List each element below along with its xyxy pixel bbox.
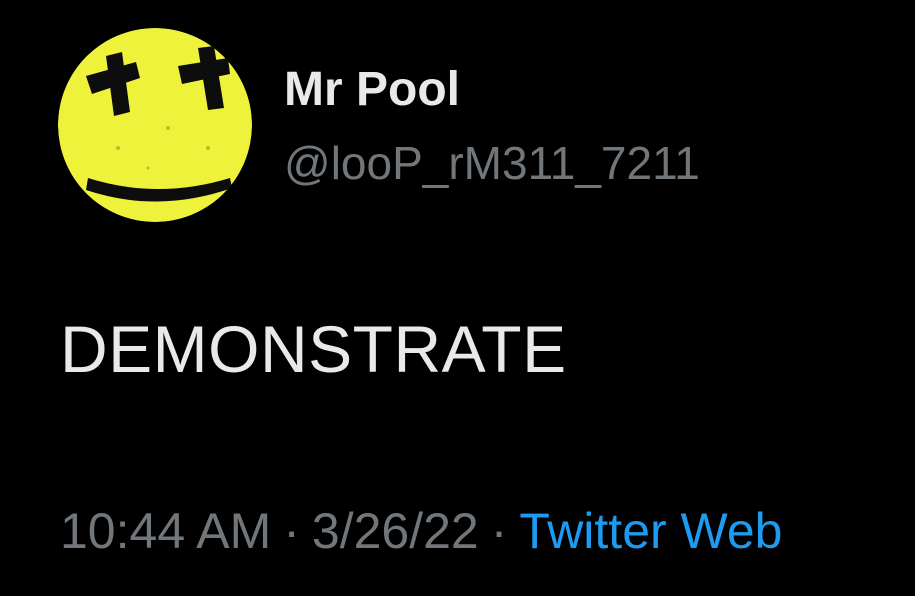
avatar[interactable] — [58, 28, 252, 222]
smiley-face-icon — [58, 28, 252, 222]
tweet-text: DEMONSTRATE — [60, 312, 567, 386]
user-handle[interactable]: @looP_rM311_7211 — [284, 140, 700, 186]
display-name[interactable]: Mr Pool — [284, 66, 460, 114]
meta-separator: · — [283, 503, 300, 559]
tweet-card: Mr Pool @looP_rM311_7211 DEMONSTRATE 10:… — [0, 0, 915, 596]
tweet-source-link[interactable]: Twitter Web — [519, 503, 782, 559]
tweet-date[interactable]: 3/26/22 — [312, 503, 479, 559]
tweet-meta: 10:44 AM · 3/26/22 · Twitter Web — [60, 506, 782, 556]
meta-separator-2: · — [490, 503, 508, 559]
tweet-time[interactable]: 10:44 AM — [60, 503, 271, 559]
